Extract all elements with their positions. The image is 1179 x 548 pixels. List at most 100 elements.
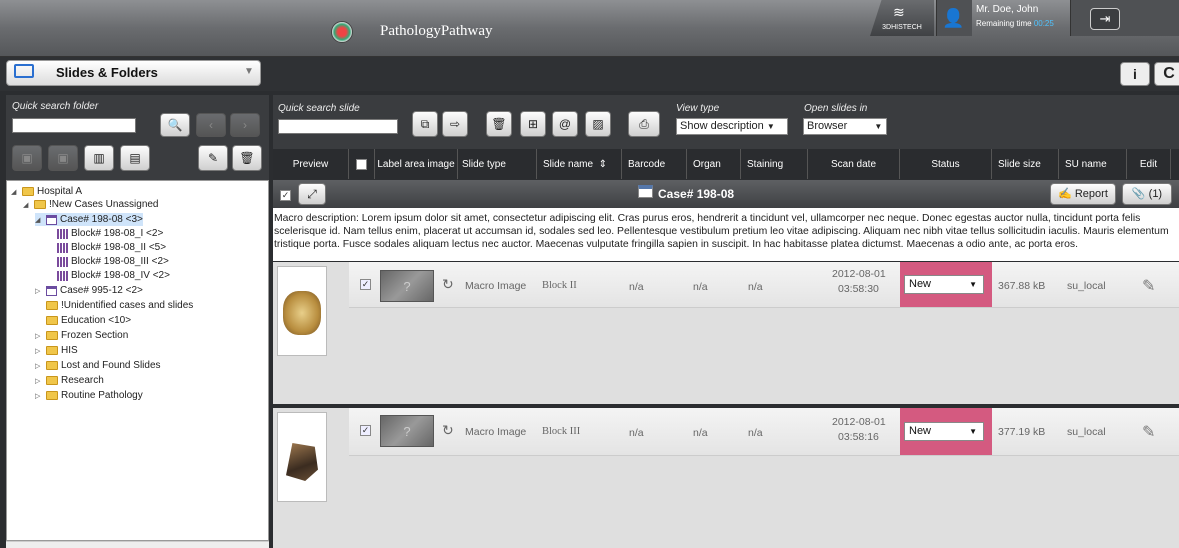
slide-search-input[interactable] (278, 119, 398, 134)
slide-checkbox[interactable]: ✓ (360, 425, 371, 436)
col-label-area[interactable]: Label area image (375, 149, 458, 179)
tree-item[interactable]: ▷ Lost and Found Slides (35, 359, 161, 372)
logout-button[interactable]: ⇥ (1090, 8, 1120, 30)
scan-button[interactable]: ⎙ (628, 111, 660, 137)
col-staining[interactable]: Staining (741, 149, 808, 179)
move-button[interactable]: ▤ (120, 145, 150, 171)
rotate-icon[interactable]: ↻ (442, 422, 454, 439)
slide-type: Macro Image (465, 426, 527, 438)
col-select-all[interactable] (349, 149, 375, 179)
tree-item[interactable]: ◢ !New Cases Unassigned (23, 198, 159, 211)
slide-preview[interactable] (277, 266, 327, 356)
label-area-image[interactable]: ? (380, 415, 434, 447)
tree-item[interactable]: Block# 198-08_III <2> (57, 255, 169, 268)
view-type-value: Show description (680, 120, 764, 132)
tree-item-label: Case# 198-08 <3> (60, 214, 143, 225)
search-button[interactable]: 🔍 (160, 113, 190, 137)
collapse-icon[interactable]: ▷ (35, 347, 43, 355)
edit-pencil-icon[interactable]: ✎ (1142, 276, 1155, 296)
tree-item[interactable]: !Unidentified cases and slides (35, 299, 193, 312)
collapse-icon[interactable]: ▷ (35, 377, 43, 385)
status-value: New (909, 425, 932, 437)
rotate-icon[interactable]: ↻ (442, 276, 454, 293)
select-all-checkbox[interactable] (356, 158, 367, 170)
block-icon (57, 228, 68, 239)
email-icon: @ (558, 117, 572, 131)
tree-item[interactable]: Block# 198-08_I <2> (57, 227, 163, 240)
tree-item[interactable]: ▷ Routine Pathology (35, 389, 143, 402)
forward-button[interactable]: › (230, 113, 260, 137)
tree-item[interactable]: ▷ Research (35, 374, 104, 387)
expand-icon[interactable]: ◢ (11, 188, 19, 196)
tree-item[interactable]: ▷ Frozen Section (35, 329, 128, 342)
slide-name[interactable]: Block III (542, 426, 580, 437)
email-button[interactable]: @ (552, 111, 578, 137)
folder-icon (46, 376, 58, 385)
open-case-button[interactable]: ⤢ (298, 183, 326, 205)
folder-search-input[interactable] (12, 118, 136, 133)
edit-pencil-icon[interactable]: ✎ (1142, 422, 1155, 442)
col-organ[interactable]: Organ (687, 149, 741, 179)
logout-icon: ⇥ (1099, 11, 1111, 26)
view-type-select[interactable]: Show description ▼ (676, 118, 788, 135)
status-select[interactable]: New ▼ (904, 275, 984, 294)
tree-item[interactable]: Block# 198-08_IV <2> (57, 269, 170, 282)
expand-icon[interactable]: ◢ (35, 216, 43, 224)
report-label: Report (1074, 188, 1108, 200)
tree-scrollbar[interactable] (6, 541, 269, 548)
slide-checkbox[interactable]: ✓ (360, 279, 371, 290)
slide-type: Macro Image (465, 280, 527, 292)
col-barcode[interactable]: Barcode (622, 149, 687, 179)
attachments-button[interactable]: 📎 (1) (1122, 183, 1172, 205)
collapse-icon[interactable]: ▷ (35, 392, 43, 400)
col-slide-size[interactable]: Slide size (992, 149, 1059, 179)
slide-preview[interactable] (277, 412, 327, 502)
tree-item[interactable]: ▷ HIS (35, 344, 78, 357)
delete-slide-button[interactable]: 🗑 (486, 111, 512, 137)
open-slide-button[interactable]: ⧉ (412, 111, 438, 137)
slide-name[interactable]: Block II (542, 280, 577, 291)
col-slide-name[interactable]: Slide name ⇕ (537, 149, 622, 179)
tree-item[interactable]: Block# 198-08_II <5> (57, 241, 166, 254)
col-su-name[interactable]: SU name (1059, 149, 1127, 179)
report-button[interactable]: ✍ Report (1050, 183, 1116, 205)
tree-item[interactable]: Education <10> (35, 314, 131, 327)
expand-icon[interactable]: ◢ (23, 201, 31, 209)
add-block-icon: ▥ (93, 151, 105, 165)
tree-item[interactable]: ◢ Hospital A (11, 185, 82, 198)
su-name: su_local (1067, 280, 1106, 292)
refresh-button[interactable]: C (1154, 62, 1179, 86)
status-select[interactable]: New ▼ (904, 422, 984, 441)
collapse-icon[interactable]: ▷ (35, 287, 43, 295)
col-edit[interactable]: Edit (1127, 149, 1171, 179)
folder-icon (46, 361, 58, 370)
new-folder-button[interactable]: ▣ (12, 145, 42, 171)
col-slide-type[interactable]: Slide type (458, 149, 537, 179)
case-checkbox[interactable]: ✓ (280, 190, 291, 201)
scan-date: 2012-08-01 (832, 268, 886, 280)
search-icon: 🔍 (167, 118, 183, 132)
label-area-image[interactable]: ? (380, 270, 434, 302)
image-button[interactable]: ▨ (585, 111, 611, 137)
new-case-button[interactable]: ▣ (48, 145, 78, 171)
delete-folder-button[interactable]: 🗑 (232, 145, 262, 171)
tree-item[interactable]: ▷ Case# 995-12 <2> (35, 284, 143, 297)
col-preview[interactable]: Preview (273, 149, 349, 179)
tree-item[interactable]: ◢ Case# 198-08 <3> (35, 213, 143, 226)
analysis-button[interactable]: ⊞ (520, 111, 546, 137)
col-scan-date[interactable]: Scan date (808, 149, 900, 179)
collapse-icon[interactable]: ▷ (35, 362, 43, 370)
info-button[interactable]: i (1120, 62, 1150, 86)
collapse-icon[interactable]: ▷ (35, 332, 43, 340)
edit-folder-button[interactable]: ✎ (198, 145, 228, 171)
view-type-label: View type (676, 103, 720, 114)
slide-search-label: Quick search slide (278, 103, 360, 114)
move-slide-button[interactable]: ⇨ (442, 111, 468, 137)
open-in-select[interactable]: Browser ▼ (803, 118, 887, 135)
add-block-button[interactable]: ▥ (84, 145, 114, 171)
col-status[interactable]: Status (900, 149, 992, 179)
barcode: n/a (629, 427, 644, 439)
user-icon[interactable]: 👤 (942, 9, 964, 27)
back-button[interactable]: ‹ (196, 113, 226, 137)
folder-tree: ◢ Hospital A ◢ !New Cases Unassigned ◢ Case… (6, 180, 269, 541)
